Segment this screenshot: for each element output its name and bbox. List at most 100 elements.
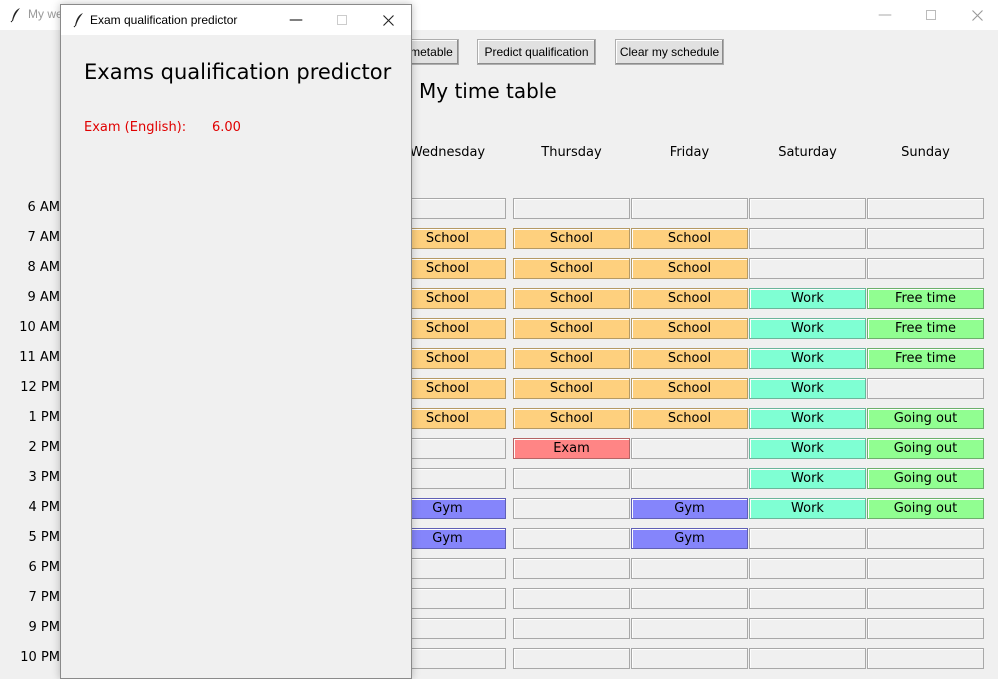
hour-label: 11 AM bbox=[19, 350, 60, 365]
timetable-button[interactable]: metable bbox=[404, 39, 459, 65]
schedule-cell-sunday[interactable] bbox=[867, 528, 984, 549]
schedule-cell-sunday[interactable] bbox=[867, 198, 984, 219]
schedule-cell-saturday[interactable]: Work bbox=[749, 408, 866, 429]
schedule-cell-friday[interactable] bbox=[631, 588, 748, 609]
maximize-icon[interactable] bbox=[908, 0, 954, 30]
schedule-cell-saturday[interactable] bbox=[749, 558, 866, 579]
schedule-cell-friday[interactable]: School bbox=[631, 228, 748, 249]
schedule-cell-friday[interactable]: School bbox=[631, 348, 748, 369]
schedule-cell-friday[interactable] bbox=[631, 558, 748, 579]
hour-label: 6 PM bbox=[28, 560, 60, 575]
schedule-cell-friday[interactable] bbox=[631, 648, 748, 669]
schedule-cell-friday[interactable] bbox=[631, 438, 748, 459]
schedule-cell-friday[interactable] bbox=[631, 618, 748, 639]
dialog-title: Exam qualification predictor bbox=[90, 13, 238, 27]
schedule-cell-friday[interactable]: School bbox=[631, 258, 748, 279]
schedule-cell-thursday[interactable]: School bbox=[513, 288, 630, 309]
hour-label: 1 PM bbox=[28, 410, 60, 425]
schedule-cell-friday[interactable]: School bbox=[631, 408, 748, 429]
close-icon[interactable] bbox=[954, 0, 998, 30]
close-icon[interactable] bbox=[365, 5, 411, 35]
schedule-cell-thursday[interactable]: School bbox=[513, 258, 630, 279]
schedule-cell-saturday[interactable] bbox=[749, 588, 866, 609]
schedule-cell-sunday[interactable] bbox=[867, 618, 984, 639]
minimize-icon[interactable]: — bbox=[273, 5, 319, 35]
exam-value: 6.00 bbox=[212, 120, 241, 135]
schedule-cell-sunday[interactable]: Free time bbox=[867, 318, 984, 339]
hour-label: 2 PM bbox=[28, 440, 60, 455]
schedule-cell-sunday[interactable] bbox=[867, 648, 984, 669]
schedule-cell-friday[interactable]: School bbox=[631, 318, 748, 339]
schedule-cell-sunday[interactable]: Free time bbox=[867, 288, 984, 309]
schedule-cell-sunday[interactable]: Going out bbox=[867, 498, 984, 519]
clear-schedule-button[interactable]: Clear my schedule bbox=[615, 39, 724, 65]
schedule-cell-saturday[interactable]: Work bbox=[749, 468, 866, 489]
schedule-cell-saturday[interactable] bbox=[749, 618, 866, 639]
schedule-cell-thursday[interactable]: School bbox=[513, 408, 630, 429]
schedule-cell-sunday[interactable] bbox=[867, 558, 984, 579]
schedule-cell-sunday[interactable]: Going out bbox=[867, 408, 984, 429]
schedule-cell-sunday[interactable] bbox=[867, 588, 984, 609]
hour-label: 4 PM bbox=[28, 500, 60, 515]
schedule-cell-friday[interactable]: School bbox=[631, 378, 748, 399]
hour-label: 12 PM bbox=[20, 380, 60, 395]
schedule-cell-friday[interactable]: School bbox=[631, 288, 748, 309]
schedule-cell-friday[interactable] bbox=[631, 468, 748, 489]
schedule-cell-sunday[interactable]: Going out bbox=[867, 438, 984, 459]
schedule-cell-saturday[interactable]: Work bbox=[749, 438, 866, 459]
schedule-cell-thursday[interactable] bbox=[513, 498, 630, 519]
schedule-cell-thursday[interactable] bbox=[513, 198, 630, 219]
hour-label: 9 AM bbox=[27, 290, 60, 305]
schedule-cell-friday[interactable] bbox=[631, 198, 748, 219]
schedule-cell-sunday[interactable] bbox=[867, 258, 984, 279]
schedule-cell-thursday[interactable] bbox=[513, 468, 630, 489]
timetable-heading: My time table bbox=[419, 79, 557, 103]
schedule-cell-thursday[interactable]: School bbox=[513, 318, 630, 339]
schedule-cell-thursday[interactable]: School bbox=[513, 228, 630, 249]
hour-label: 10 AM bbox=[19, 320, 60, 335]
feather-icon bbox=[10, 8, 20, 23]
maximize-icon bbox=[319, 5, 365, 35]
dialog-heading: Exams qualification predictor bbox=[84, 60, 392, 84]
schedule-cell-saturday[interactable] bbox=[749, 258, 866, 279]
schedule-cell-saturday[interactable] bbox=[749, 528, 866, 549]
schedule-cell-saturday[interactable]: Work bbox=[749, 378, 866, 399]
dialog-titlebar: Exam qualification predictor — bbox=[61, 5, 411, 35]
schedule-cell-thursday[interactable] bbox=[513, 558, 630, 579]
schedule-cell-saturday[interactable] bbox=[749, 198, 866, 219]
hour-label: 8 AM bbox=[27, 260, 60, 275]
schedule-cell-thursday[interactable]: Exam bbox=[513, 438, 630, 459]
schedule-cell-friday[interactable]: Gym bbox=[631, 528, 748, 549]
schedule-cell-saturday[interactable] bbox=[749, 648, 866, 669]
schedule-cell-thursday[interactable] bbox=[513, 588, 630, 609]
schedule-cell-thursday[interactable] bbox=[513, 528, 630, 549]
schedule-cell-sunday[interactable] bbox=[867, 228, 984, 249]
schedule-cell-thursday[interactable] bbox=[513, 648, 630, 669]
hour-label: 10 PM bbox=[20, 650, 60, 665]
hour-label: 6 AM bbox=[27, 200, 60, 215]
feather-icon bbox=[73, 13, 83, 28]
hour-label: 7 AM bbox=[27, 230, 60, 245]
schedule-cell-sunday[interactable] bbox=[867, 378, 984, 399]
exam-label: Exam (English): bbox=[84, 120, 187, 135]
schedule-cell-saturday[interactable]: Work bbox=[749, 318, 866, 339]
schedule-cell-saturday[interactable]: Work bbox=[749, 498, 866, 519]
day-header-sunday: Sunday bbox=[901, 145, 950, 160]
predict-qualification-button[interactable]: Predict qualification bbox=[477, 39, 596, 65]
schedule-cell-thursday[interactable] bbox=[513, 618, 630, 639]
schedule-cell-thursday[interactable]: School bbox=[513, 348, 630, 369]
day-header-thursday: Thursday bbox=[541, 145, 602, 160]
schedule-cell-saturday[interactable]: Work bbox=[749, 348, 866, 369]
schedule-cell-friday[interactable]: Gym bbox=[631, 498, 748, 519]
schedule-cell-saturday[interactable]: Work bbox=[749, 288, 866, 309]
hour-label: 3 PM bbox=[28, 470, 60, 485]
schedule-cell-saturday[interactable] bbox=[749, 228, 866, 249]
schedule-cell-thursday[interactable]: School bbox=[513, 378, 630, 399]
exam-predictor-dialog: Exam qualification predictor — Exams qua… bbox=[60, 4, 412, 679]
hour-label: 5 PM bbox=[28, 530, 60, 545]
main-window-title: My we bbox=[28, 7, 63, 21]
hour-label: 7 PM bbox=[28, 590, 60, 605]
schedule-cell-sunday[interactable]: Free time bbox=[867, 348, 984, 369]
minimize-icon[interactable]: — bbox=[862, 0, 908, 30]
schedule-cell-sunday[interactable]: Going out bbox=[867, 468, 984, 489]
